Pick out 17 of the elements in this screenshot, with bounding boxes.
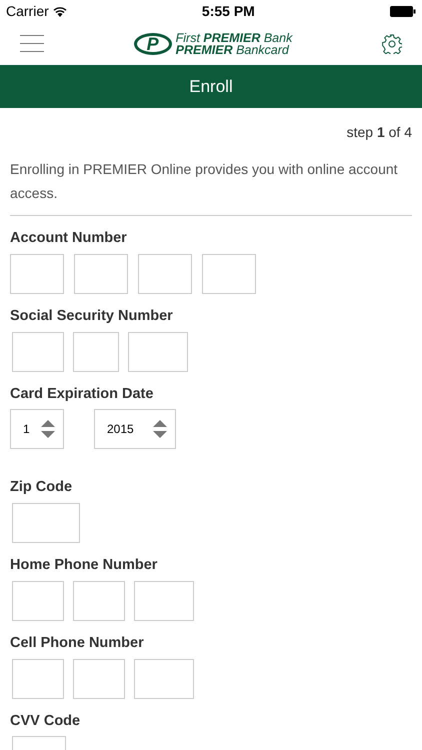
logo-emblem: P: [134, 32, 172, 54]
select-field[interactable]: 1: [10, 409, 64, 450]
field-label: Social Security Number: [10, 306, 174, 326]
step-indicator: step 1 of 4: [346, 123, 412, 142]
select-field[interactable]: 2015: [94, 409, 176, 450]
intro-text: Enrolling in PREMIER Online provides you with online account access.: [9, 160, 399, 203]
page-title: Enroll: [0, 65, 422, 108]
field-label: CVV Code: [10, 712, 82, 730]
clock-time: 5:55 PM: [202, 2, 255, 20]
logo-text: First PREMIER Bank: [176, 32, 292, 44]
field-label: Account Number: [10, 229, 128, 248]
field-label: Card Expiration Date: [10, 384, 154, 404]
field-label: Home Phone Number: [10, 556, 158, 575]
carrier-name: Carrier: [6, 2, 49, 20]
field-label: Cell Phone Number: [10, 634, 145, 653]
field-label: Zip Code: [10, 478, 74, 498]
logo-text: PREMIER Bankcard: [176, 44, 290, 56]
